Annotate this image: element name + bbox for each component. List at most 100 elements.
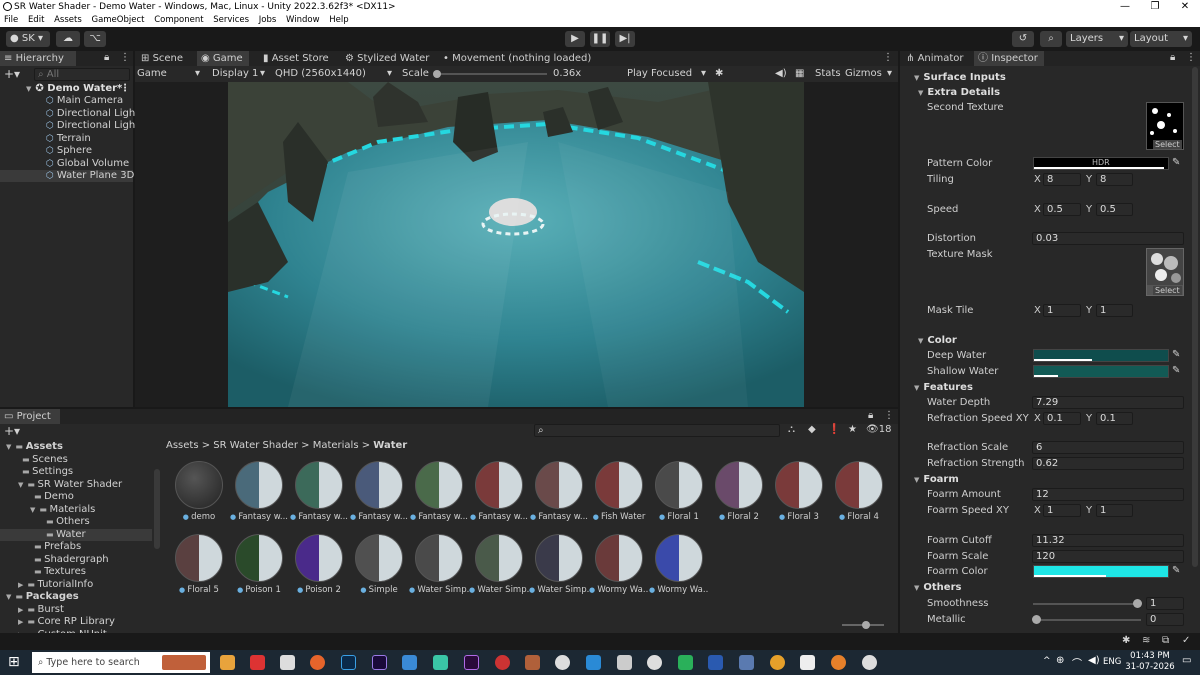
material-name[interactable]: ● Fantasy w... (349, 512, 409, 522)
folder-item[interactable]: ▶ ▬ Core RP Library (0, 616, 152, 628)
game-viewport[interactable] (228, 82, 804, 407)
create-asset-button[interactable]: +▾ (4, 424, 20, 438)
media-player-icon[interactable] (862, 655, 877, 670)
app-icon[interactable] (647, 655, 662, 670)
app-icon[interactable] (739, 655, 754, 670)
language-indicator[interactable]: ENG (1103, 657, 1121, 667)
material-thumbnail[interactable] (475, 461, 523, 509)
bug-icon[interactable]: ✱ (715, 66, 723, 82)
material-thumbnail[interactable] (175, 461, 223, 509)
folder-item[interactable]: ▬ Water (0, 528, 152, 541)
expand-triangle-icon[interactable]: ▼ (18, 481, 23, 489)
menu-edit[interactable]: Edit (28, 15, 44, 25)
material-thumbnail[interactable] (175, 534, 223, 582)
breadcrumb-sr-water-shader[interactable]: SR Water Shader (213, 440, 298, 451)
expand-triangle-icon[interactable]: ▶ (18, 606, 23, 614)
expand-triangle-icon[interactable]: ▼ (6, 593, 11, 601)
material-name[interactable]: ● Water Simp... (409, 585, 469, 595)
lock-icon[interactable]: 🔒︎ (1170, 52, 1175, 63)
unity-icon[interactable] (800, 655, 815, 670)
play-focus-dropdown[interactable]: Play Focused ▾ (627, 66, 706, 82)
clock-date[interactable]: 31-07-2026 (1125, 662, 1175, 672)
folder-item[interactable]: ▼ ▬ Materials (0, 504, 152, 516)
eyedropper-icon[interactable]: ✎ (1172, 365, 1180, 376)
tab-stylized-water[interactable]: ⚙ Stylized Water (341, 51, 433, 66)
tray-chevron-icon[interactable]: ^ (1043, 656, 1051, 666)
expand-triangle-icon[interactable]: ▶ (18, 618, 23, 626)
step-button[interactable]: ▶| (615, 31, 635, 47)
second-texture-slot[interactable]: Select (1146, 102, 1184, 150)
check-icon[interactable]: ✓ (1182, 635, 1190, 646)
label-icon[interactable]: ◆ (808, 424, 816, 435)
app-icon[interactable] (250, 655, 265, 670)
game-mode-dropdown[interactable]: Game ▾ (137, 66, 200, 82)
network-icon[interactable]: ⧉ (1162, 635, 1169, 646)
material-name[interactable]: ● Water Simp... (469, 585, 529, 595)
taskbar-search-input[interactable]: ⌕ Type here to search (32, 652, 210, 673)
chevron-down-icon[interactable]: ▾ (887, 66, 892, 82)
tab-movement[interactable]: • Movement (nothing loaded) (439, 51, 595, 66)
network-icon[interactable]: ⊕ (1056, 655, 1064, 666)
folder-item[interactable]: ▬ Shadergraph (0, 554, 152, 566)
stats-button[interactable]: Stats (815, 66, 841, 82)
breadcrumb-materials[interactable]: Materials (313, 440, 359, 451)
extra-details-section[interactable]: ▼ Extra Details (918, 87, 1000, 99)
material-thumbnail[interactable] (595, 534, 643, 582)
tree-scrollbar[interactable] (154, 469, 160, 549)
thumbnail-size-handle[interactable] (862, 621, 870, 629)
eyedropper-icon[interactable]: ✎ (1172, 349, 1180, 360)
folder-item[interactable]: ▬ Prefabs (0, 541, 152, 553)
foam-section[interactable]: ▼ Foarm (914, 474, 959, 486)
folder-item[interactable]: ▶ ▬ Burst (0, 604, 152, 616)
hierarchy-item[interactable]: ⬡ Water Plane 3D (0, 170, 134, 182)
material-name[interactable]: ● Wormy Wa... (649, 585, 709, 595)
hierarchy-item[interactable]: ⬡ Directional Ligh (0, 108, 135, 120)
hierarchy-item[interactable]: ⬡ Sphere (0, 145, 133, 157)
material-name[interactable]: ● Poison 1 (229, 585, 289, 595)
material-thumbnail[interactable] (355, 534, 403, 582)
more-icon[interactable]: ⋮ (883, 52, 893, 63)
material-thumbnail[interactable] (775, 461, 823, 509)
menu-jobs[interactable]: Jobs (259, 15, 277, 25)
photoshop-icon[interactable] (341, 655, 356, 670)
material-name[interactable]: ● Fantasy w... (289, 512, 349, 522)
material-name[interactable]: ● Fantasy w... (229, 512, 289, 522)
material-name[interactable]: ● Floral 3 (769, 512, 829, 522)
material-thumbnail[interactable] (355, 461, 403, 509)
app-icon[interactable] (770, 655, 785, 670)
material-thumbnail[interactable] (415, 461, 463, 509)
tab-inspector[interactable]: ⓘ Inspector (974, 51, 1044, 66)
blender-icon[interactable] (831, 655, 846, 670)
menu-help[interactable]: Help (329, 15, 348, 25)
shallow-water-swatch[interactable] (1033, 365, 1169, 378)
app-icon[interactable] (495, 655, 510, 670)
tab-game[interactable]: ◉ Game (197, 51, 249, 66)
favorite-icon[interactable]: ★ (848, 424, 857, 435)
distortion-input[interactable]: 0.03 (1032, 232, 1184, 245)
pause-button[interactable]: ❚❚ (590, 31, 610, 47)
menu-assets[interactable]: Assets (54, 15, 82, 25)
texture-mask-slot[interactable]: Select (1146, 248, 1184, 296)
speed-x-input[interactable]: 0.5 (1043, 203, 1081, 216)
resolution-dropdown[interactable]: QHD (2560x1440) ▾ (275, 66, 392, 82)
display-dropdown[interactable]: Display 1 ▾ (212, 66, 265, 82)
notification-icon[interactable]: ▭ (1182, 655, 1191, 666)
smoothness-slider-handle[interactable] (1133, 599, 1142, 608)
folder-item[interactable]: ▬ Scenes (0, 454, 152, 466)
refraction-speed-x-input[interactable]: 0.1 (1043, 412, 1081, 425)
tab-asset-store[interactable]: ▮ Asset Store (259, 51, 333, 66)
material-name[interactable]: ● Fantasy w... (469, 512, 529, 522)
foam-amount-input[interactable]: 12 (1032, 488, 1184, 501)
folder-item[interactable]: ▬ Others (0, 516, 152, 528)
eyedropper-icon[interactable]: ✎ (1172, 565, 1180, 576)
menu-gameobject[interactable]: GameObject (91, 15, 144, 25)
tab-project[interactable]: ▭ Project (0, 409, 60, 424)
metallic-slider-handle[interactable] (1032, 615, 1041, 624)
app-icon[interactable] (433, 655, 448, 670)
deep-water-swatch[interactable] (1033, 349, 1169, 362)
account-button[interactable]: ● SK ▾ (6, 31, 50, 47)
foam-cutoff-input[interactable]: 11.32 (1032, 534, 1184, 547)
select-mask-button[interactable]: Select (1153, 286, 1182, 295)
material-thumbnail[interactable] (295, 534, 343, 582)
foam-speed-y-input[interactable]: 1 (1096, 504, 1133, 517)
